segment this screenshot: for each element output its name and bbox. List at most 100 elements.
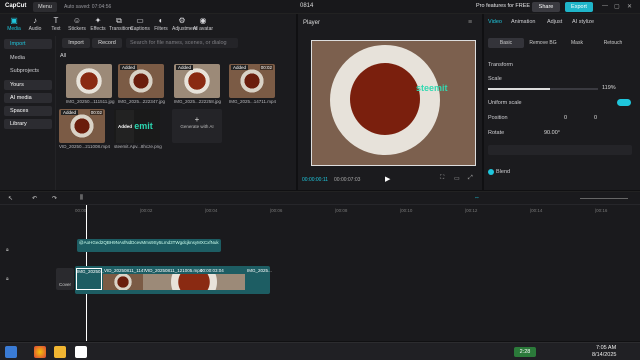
cover-button[interactable]: Cover [56, 268, 74, 290]
tool-label: AI avatar [193, 26, 214, 32]
player-menu-icon[interactable]: ≡ [468, 19, 472, 26]
added-badge: Added [61, 110, 79, 115]
fit-icon[interactable]: ⛶ [440, 175, 444, 182]
tool-audio[interactable]: ♪ Audio [25, 16, 45, 32]
clock-date: 8/14/2025 [592, 352, 617, 358]
clip-3-duration: 00:00:03:04 [200, 268, 224, 273]
tool-ai-avatar[interactable]: ◉ AI avatar [193, 16, 213, 32]
media-thumb-3[interactable]: Added [174, 64, 220, 98]
undo-icon[interactable]: ↶ [32, 195, 37, 202]
plus-icon: + [194, 115, 200, 124]
nav-spaces[interactable]: Spaces [4, 106, 52, 116]
nav-library[interactable]: Library [4, 119, 52, 129]
scale-label: Scale [488, 76, 502, 82]
scale-fill [488, 88, 550, 90]
fullscreen-icon[interactable]: ⤢ [468, 175, 473, 182]
export-button[interactable]: Export [565, 2, 593, 12]
autosave-status: Auto saved: 07:04:56 [64, 4, 112, 10]
player-panel: Player ≡ steemit 00:00:00:11 00:00:07:03… [298, 14, 482, 190]
clip-1[interactable]: IMG_20250... [76, 268, 104, 290]
import-button[interactable]: Import [62, 38, 90, 48]
tool-text[interactable]: T Text [46, 16, 66, 32]
duration-badge: 00:02 [89, 110, 103, 115]
tool-captions[interactable]: ▭ Captions [130, 16, 150, 32]
widget-badge[interactable]: 2:28 [514, 347, 536, 357]
effects-icon: ✦ [94, 16, 102, 25]
media-thumb-1[interactable] [66, 64, 112, 98]
tool-adjustment[interactable]: ⚙ Adjustment [172, 16, 197, 32]
tool-media[interactable]: ▣ Media [4, 16, 24, 32]
nav-ai-media[interactable]: AI media [4, 93, 52, 103]
time-ruler: 00:00 |00:02 |00:04 |00:06 |00:08 |00:10 |00:1… [75, 208, 635, 216]
adjustment-icon: ⚙ [178, 16, 186, 25]
search-input[interactable]: Search for file names, scenes, or dialog [126, 38, 238, 48]
share-button[interactable]: Share [532, 2, 560, 12]
nav-subprojects[interactable]: Subprojects [4, 66, 52, 76]
start-icon[interactable] [5, 346, 17, 358]
media-thumb-6[interactable]: Added steemit [114, 109, 160, 143]
player-title: Player [303, 20, 321, 26]
generate-ai-card[interactable]: + Generate with AI [172, 109, 222, 143]
redo-icon[interactable]: ↷ [52, 195, 57, 202]
import-nav[interactable]: Import [4, 39, 52, 49]
media-thumb-2[interactable]: Added [118, 64, 164, 98]
tool-label: Filters [154, 26, 168, 32]
tool-effects[interactable]: ✦ Effects [88, 16, 108, 32]
close-icon[interactable]: ✕ [627, 3, 632, 10]
text-clip-label: @AoHGed2QBH9NAsfNdDcevMms9Sy5Lmd3TWgdcjk… [79, 240, 219, 245]
text-clip[interactable]: @AoHGed2QBH9NAsfNdDcevMms9Sy5Lmd3TWgdcjk… [77, 239, 221, 252]
tab-animation[interactable]: Animation [511, 19, 535, 25]
subtab-basic[interactable]: Basic [488, 38, 524, 48]
tool-stickers[interactable]: ☺ Stickers [67, 16, 87, 32]
media-thumb-4[interactable]: Added 00:02 [229, 64, 275, 98]
subtab-retouch[interactable]: Retouch [594, 38, 632, 48]
tab-ai-stylize[interactable]: AI stylize [572, 19, 594, 25]
file-explorer-icon[interactable] [54, 346, 66, 358]
record-button[interactable]: Record [92, 38, 122, 48]
properties-panel: Video Animation Adjust AI stylize Basic … [484, 14, 640, 190]
align-toolbar[interactable] [488, 145, 632, 155]
pro-features-link[interactable]: Pro features for FREE [476, 3, 530, 9]
menu-button[interactable]: Menu [33, 2, 57, 12]
rotate-value[interactable]: 90.00° [544, 130, 560, 136]
ruler-tick: |00:08 [335, 208, 348, 213]
nav-media[interactable]: Media [4, 53, 52, 63]
play-icon[interactable]: ▶ [385, 175, 390, 183]
uniform-scale-toggle[interactable] [617, 99, 631, 106]
video-preview[interactable]: steemit [311, 40, 476, 166]
zoom-slider[interactable] [580, 198, 628, 199]
transform-label: Transform [488, 62, 513, 68]
tool-filters[interactable]: ◐ Filters [151, 16, 171, 32]
filters-icon: ◐ [158, 16, 164, 25]
tab-adjust[interactable]: Adjust [547, 19, 562, 25]
scale-value[interactable]: 119% [602, 85, 616, 91]
main-track-lock-icon[interactable]: 🔒︎ [6, 276, 9, 282]
media-caption-6: steemit.Apv...8hcze.png [114, 144, 162, 149]
subtab-remove-bg[interactable]: Remove BG [524, 38, 562, 48]
media-caption-5: VID_20250...211008.mp4 [59, 144, 110, 149]
nav-yours[interactable]: Yours [4, 80, 52, 90]
all-filter[interactable]: All [60, 53, 66, 59]
maximize-icon[interactable]: ▢ [614, 3, 620, 10]
track-lock-icon[interactable]: 🔒︎ [6, 247, 9, 253]
media-thumb-5[interactable]: Added 00:02 [59, 109, 105, 143]
chrome-icon[interactable] [34, 346, 46, 358]
position-y[interactable]: 0 [594, 115, 597, 121]
media-caption-4: IMG_2025...14711.mp4 [229, 99, 276, 104]
clip-2-thumb [103, 274, 143, 290]
blend-checkbox[interactable] [488, 169, 494, 175]
link-icon[interactable]: ⇔ [474, 195, 480, 201]
position-x[interactable]: 0 [564, 115, 567, 121]
capcut-taskbar-icon[interactable] [75, 346, 87, 358]
minimize-icon[interactable]: — [602, 3, 608, 9]
tool-transitions[interactable]: ⧉ Transitions [109, 16, 133, 32]
scale-slider[interactable] [488, 88, 598, 90]
split-icon[interactable]: ⫼ [80, 195, 83, 202]
select-tool-icon[interactable]: ↖ [8, 195, 13, 202]
ratio-icon[interactable]: ▭ [454, 175, 460, 182]
tab-video[interactable]: Video [488, 19, 502, 25]
subtab-mask[interactable]: Mask [562, 38, 592, 48]
food-image [350, 63, 420, 135]
generate-ai-label: Generate with AI [180, 124, 214, 129]
ruler-tick: |00:04 [205, 208, 218, 213]
